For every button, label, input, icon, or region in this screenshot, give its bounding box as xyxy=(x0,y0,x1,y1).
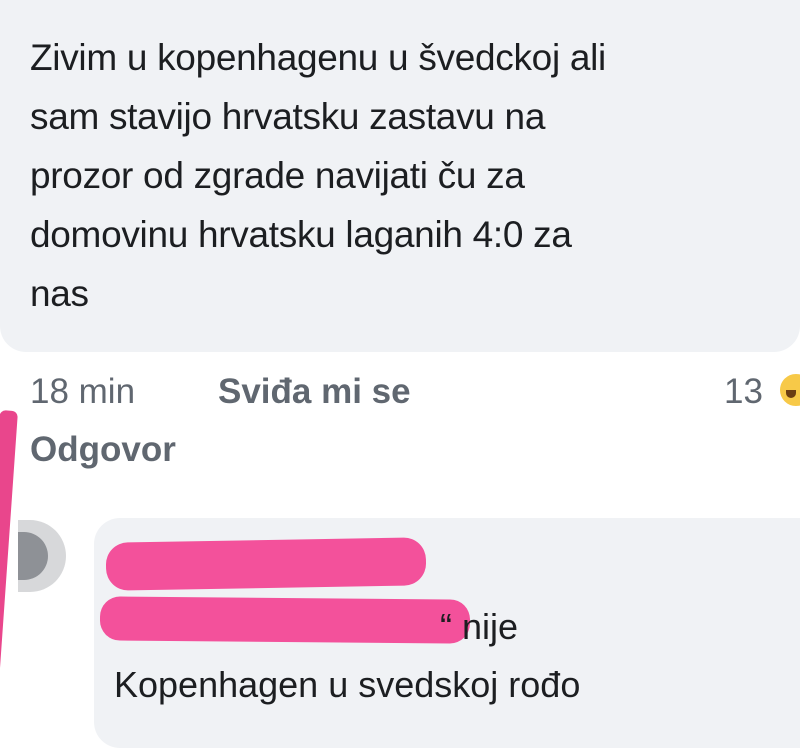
redaction-mark-left xyxy=(0,410,18,741)
redaction-mark-name xyxy=(105,537,427,591)
reply-text: Kopenhagen u svedskoj rođo xyxy=(114,664,581,705)
laughing-emoji-icon[interactable] xyxy=(778,372,800,408)
avatar[interactable] xyxy=(18,520,66,592)
reaction-count[interactable]: 13 xyxy=(724,372,763,412)
reply-button[interactable]: Odgovor xyxy=(30,430,176,470)
like-button[interactable]: Sviđa mi se xyxy=(218,372,411,412)
reply-mention-suffix: “ nije xyxy=(440,606,519,647)
redaction-mark-mention xyxy=(99,596,471,644)
comment-text: Zivim u kopenhagenu u švedckoj ali sam s… xyxy=(30,37,606,314)
comment-timestamp[interactable]: 18 min xyxy=(30,372,135,412)
